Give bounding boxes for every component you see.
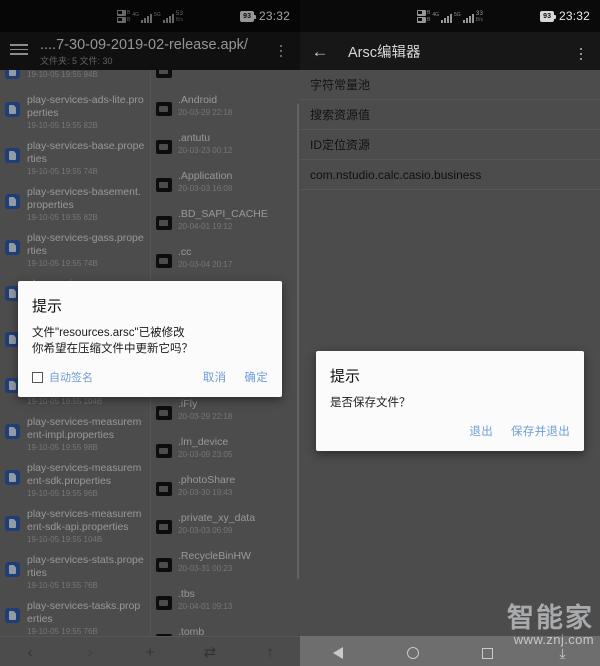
editor-title: Arsc编辑器 (348, 44, 421, 61)
dialog-actions: 自动签名 取消 确定 (32, 369, 268, 389)
sim1-label-right: B (427, 9, 431, 16)
sim2-label-right: B (427, 16, 431, 23)
screenshot-root: B B 4G 5G 53 B/s 93 23:32 ....7-30-09-20… (0, 0, 600, 666)
nav-back-icon-right[interactable] (300, 647, 375, 659)
auto-sign-label: 自动签名 (49, 372, 93, 384)
dialog-title-right: 提示 (330, 368, 361, 385)
confirm-button[interactable]: 确定 (244, 369, 268, 385)
kebab-menu-icon-right[interactable] (572, 45, 590, 63)
dialog-message-line-1: 文件"resources.arsc"已被修改 (32, 327, 185, 339)
back-arrow-icon[interactable]: ← (310, 43, 330, 60)
auto-sign-checkbox-row[interactable]: 自动签名 (32, 369, 93, 385)
arsc-editor-body: 字符常量池 搜索资源值 ID定位资源 com.nstudio.calc.casio.b… (300, 70, 600, 636)
network-type-2-right: 5G (454, 11, 461, 18)
nav-home-icon-right[interactable] (375, 647, 450, 659)
exit-button[interactable]: 退出 (469, 423, 493, 439)
signal-bars-2-icon-right (462, 13, 474, 23)
signal-bars-1-icon-right (441, 13, 453, 23)
android-nav-bar-right: ⤓ (300, 636, 600, 666)
dialog-message-line-2: 你希望在压缩文件中更新它吗？ (32, 343, 193, 355)
dialog-message-right: 是否保存文件？ (330, 397, 411, 409)
update-archive-dialog: 提示 文件"resources.arsc"已被修改 你希望在压缩文件中更新它吗？… (18, 281, 282, 397)
dialog-title: 提示 (32, 298, 63, 315)
status-bar-signals-right: B B 4G 5G 33 B/s (417, 9, 483, 23)
cancel-button[interactable]: 取消 (203, 369, 227, 385)
network-type-1-right: 4G (432, 11, 440, 18)
data-rate-unit-right: B/s (475, 16, 483, 23)
right-panel-arsc-editor: B B 4G 5G 33 B/s 93 23:32 ← Arsc编辑器 字符常量… (300, 0, 600, 666)
save-file-dialog: 提示 是否保存文件？ 退出 保存并退出 (316, 351, 584, 451)
dialog-actions-right: 退出 保存并退出 (330, 423, 570, 443)
checkbox-icon[interactable] (32, 371, 43, 383)
clock-right: 23:32 (558, 9, 590, 23)
status-bar-right: B B 4G 5G 33 B/s 93 23:32 (300, 0, 600, 32)
data-rate-value-right: 33 (475, 9, 483, 17)
dual-sim-icon-right: B B (417, 9, 431, 23)
nav-recents-icon-right[interactable] (450, 647, 525, 659)
data-rate-indicator-right: 33 B/s (475, 9, 483, 23)
left-panel-file-manager: B B 4G 5G 53 B/s 93 23:32 ....7-30-09-20… (0, 0, 300, 666)
save-and-exit-button[interactable]: 保存并退出 (511, 423, 570, 439)
status-bar-right-right-panel: 93 23:32 (540, 0, 590, 32)
nav-hide-keyboard-icon-right[interactable]: ⤓ (525, 646, 600, 660)
arsc-editor-appbar: ← Arsc编辑器 (300, 32, 600, 70)
battery-icon-right: 93 (540, 10, 556, 22)
